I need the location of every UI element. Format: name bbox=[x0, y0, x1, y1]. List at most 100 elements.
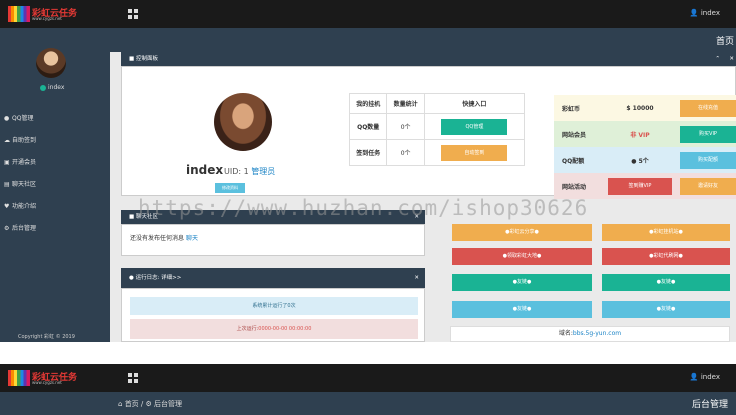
quick-link-button[interactable]: ●友链● bbox=[602, 301, 730, 318]
chat-message: 还没有发布任何消息 聊天 bbox=[130, 233, 198, 242]
profile-avatar[interactable] bbox=[214, 93, 272, 151]
sidebar-menu: ● QQ管理 ☁ 自助签到 ▣ 开通会员 ▤ 聊天社区 ♥ 功能介绍 ⚙ 后台管理 bbox=[0, 108, 110, 240]
page-title: 后台管理 bbox=[691, 400, 728, 410]
sidebar-item-chat[interactable]: ▤ 聊天社区 bbox=[0, 174, 110, 196]
gear-icon: ⚙ bbox=[4, 225, 10, 232]
sidebar-item-admin[interactable]: ⚙ 后台管理 bbox=[0, 218, 110, 240]
user-menu[interactable]: 👤 index bbox=[690, 9, 720, 17]
quick-link-button[interactable]: ●领取彩虹大地● bbox=[452, 248, 592, 265]
logo[interactable]: 彩虹云任务 www.cygzs.net bbox=[8, 6, 86, 22]
breadcrumb-home[interactable]: 首页 bbox=[125, 400, 139, 408]
info-icon: ● bbox=[129, 275, 134, 281]
quick-link-button[interactable]: ●友链● bbox=[602, 274, 730, 291]
sidebar-item-label: QQ管理 bbox=[12, 115, 34, 122]
logo-rainbow-icon bbox=[8, 6, 30, 22]
breadcrumb: ⌂ 首页 / ⚙ 后台管理 bbox=[118, 399, 182, 409]
breadcrumb-separator: / bbox=[140, 400, 144, 408]
invite-friends-button[interactable]: 邀请好友 bbox=[680, 177, 736, 195]
last-run-time: 0000-00-00 00:00:00 bbox=[258, 326, 312, 332]
last-run-label: 上次运行: bbox=[236, 326, 259, 332]
sidebar-item-label: 聊天社区 bbox=[12, 181, 37, 188]
page-header-strip: 首页 bbox=[110, 28, 736, 52]
control-panel-body: index UID: 1 管理员 修改资料 我的挂机 数量统计 快捷入口 QQ数… bbox=[121, 66, 736, 199]
screenshot-gap bbox=[0, 342, 736, 364]
quick-link-button[interactable]: ●友链● bbox=[452, 274, 592, 291]
sidebar-item-signin[interactable]: ☁ 自助签到 bbox=[0, 130, 110, 152]
avatar[interactable] bbox=[36, 48, 66, 78]
top-navbar-second: 彩虹云任务 www.cygzs.net 👤 index bbox=[0, 364, 736, 392]
table-cell-action: 自动签到 bbox=[423, 139, 526, 166]
wallet-label: QQ配额 bbox=[562, 157, 585, 165]
domain-info: 域名:bbs.5g-yun.com bbox=[450, 326, 730, 342]
wallet-label: 网站活动 bbox=[562, 183, 587, 191]
heart-icon: ♥ bbox=[4, 203, 10, 210]
log-panel-body: 系统累计运行了0次 上次运行:0000-00-00 00:00:00 bbox=[121, 288, 425, 342]
user-icon: 👤 bbox=[689, 373, 699, 381]
profile-uid: UID: 1 管理员 bbox=[224, 166, 275, 177]
collapse-icon[interactable]: ⌃ bbox=[715, 52, 720, 66]
wallet-row: QQ配额 ● 5个 购买配额 bbox=[554, 147, 736, 173]
wallet-value: $ 10000 bbox=[626, 104, 654, 112]
uid-value: 1 bbox=[243, 167, 249, 176]
sidebar-item-label: 功能介绍 bbox=[12, 203, 37, 210]
gear-icon: ⚙ bbox=[145, 400, 152, 408]
menu-toggle-icon[interactable] bbox=[128, 373, 138, 383]
logo-subtext: www.cygzs.net bbox=[32, 380, 62, 385]
table-cell-action: QQ管理 bbox=[423, 113, 526, 140]
auto-signin-button[interactable]: 自动签到 bbox=[441, 144, 508, 161]
role-link[interactable]: 管理员 bbox=[251, 167, 275, 176]
breadcrumb-current: 后台管理 bbox=[154, 400, 183, 408]
quick-link-button[interactable]: ●友链● bbox=[452, 301, 592, 318]
wallet-value-cell: 签到赚VIP bbox=[600, 177, 680, 195]
run-count-status: 系统累计运行了0次 bbox=[130, 297, 418, 315]
table-header-row: 我的挂机 数量统计 快捷入口 bbox=[348, 93, 526, 114]
buy-vip-button[interactable]: 购买VIP bbox=[680, 125, 736, 143]
logo-rainbow-icon bbox=[8, 370, 30, 386]
table-header: 我的挂机 bbox=[348, 93, 388, 114]
sidebar-item-qq[interactable]: ● QQ管理 bbox=[0, 108, 110, 130]
wallet-panel: 彩虹币 $ 10000 在线充值 网站会员 非 VIP 购买VIP QQ配额 ●… bbox=[554, 95, 736, 199]
wallet-row: 彩虹币 $ 10000 在线充值 bbox=[554, 95, 736, 121]
buy-quota-button[interactable]: 购买配额 bbox=[680, 151, 736, 169]
quick-link-button[interactable]: ●彩虹代刷网● bbox=[602, 248, 730, 265]
logo[interactable]: 彩虹云任务 www.cygzs.net bbox=[8, 370, 86, 386]
cloud-icon: ☁ bbox=[4, 137, 10, 144]
log-panel-header: ● 运行日志: 详细>> ✕ bbox=[121, 268, 425, 288]
qq-manage-button[interactable]: QQ管理 bbox=[441, 118, 508, 135]
wallet-label: 彩虹币 bbox=[562, 105, 581, 113]
sidebar-item-features[interactable]: ♥ 功能介绍 bbox=[0, 196, 110, 218]
quick-link-button[interactable]: ●彩虹挂机站● bbox=[602, 224, 730, 241]
wallet-value: 非 VIP bbox=[630, 131, 650, 139]
sidebar-item-label: 开通会员 bbox=[12, 159, 37, 166]
chart-icon: ▤ bbox=[4, 181, 10, 188]
chat-panel-body: 还没有发布任何消息 聊天 bbox=[121, 224, 425, 256]
sidebar-item-label: 后台管理 bbox=[12, 225, 37, 232]
wallet-row: 网站会员 非 VIP 购买VIP bbox=[554, 121, 736, 147]
control-panel-header: ■ 控制面板 ⌃ ✕ bbox=[121, 52, 736, 66]
wallet-value: ● 5个 bbox=[600, 156, 680, 165]
signin-vip-button[interactable]: 签到赚VIP bbox=[608, 177, 672, 195]
chat-text: 还没有发布任何消息 bbox=[130, 235, 185, 242]
cart-icon: ▣ bbox=[4, 159, 10, 166]
table-row: QQ数量 0个 QQ管理 bbox=[348, 113, 526, 140]
close-icon[interactable]: ✕ bbox=[729, 52, 734, 66]
chat-icon: ■ bbox=[129, 214, 135, 220]
menu-toggle-icon[interactable] bbox=[128, 9, 138, 19]
table-cell-label: 签到任务 bbox=[348, 139, 388, 166]
log-detail-link[interactable]: 详细>> bbox=[161, 275, 181, 281]
domain-link[interactable]: bbs.5g-yun.com bbox=[573, 330, 621, 337]
user-menu[interactable]: 👤 index bbox=[690, 373, 720, 381]
stats-table: 我的挂机 数量统计 快捷入口 QQ数量 0个 QQ管理 签到任务 0个 自动签到 bbox=[348, 93, 526, 166]
user-name: index bbox=[700, 373, 720, 381]
quick-link-button[interactable]: ●彩虹云分享● bbox=[452, 224, 592, 241]
log-panel-title: 运行日志: bbox=[135, 275, 160, 281]
recharge-button[interactable]: 在线充值 bbox=[680, 99, 736, 117]
quota-icon: ● bbox=[631, 157, 637, 165]
edit-profile-button[interactable]: 修改资料 bbox=[215, 183, 245, 193]
sidebar-item-vip[interactable]: ▣ 开通会员 bbox=[0, 152, 110, 174]
sidebar-item-label: 自助签到 bbox=[12, 137, 37, 144]
online-dot-icon bbox=[40, 84, 46, 91]
chat-link[interactable]: 聊天 bbox=[186, 235, 198, 242]
close-icon[interactable]: ✕ bbox=[414, 268, 419, 288]
table-cell-count: 0个 bbox=[386, 139, 425, 166]
